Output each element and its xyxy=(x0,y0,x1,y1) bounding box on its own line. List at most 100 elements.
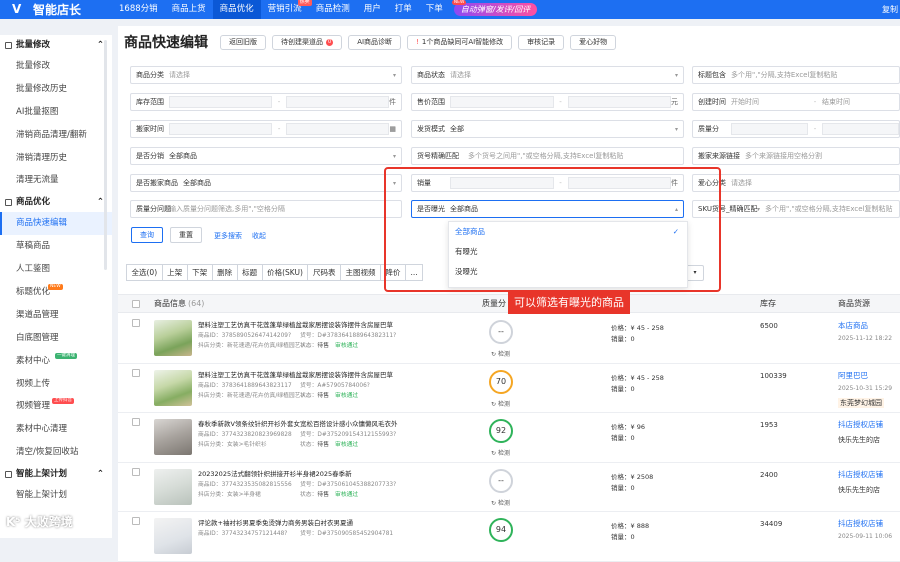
sidebar-item[interactable]: 清理无流量 xyxy=(0,169,112,192)
move-time-end[interactable] xyxy=(286,123,390,135)
topnav-item[interactable]: 用户 xyxy=(357,0,388,19)
product-name[interactable]: 塑料注塑工艺仿真干花莲蓬草绿植盆栽家居摆设装饰摆件含房屋巴草 xyxy=(198,319,393,329)
more-filter-link[interactable]: 更多搜索 xyxy=(214,231,242,241)
quality-score-ring[interactable]: 70 xyxy=(489,369,513,394)
promo-banner[interactable]: NEW 自动弹窗/发评/回评 xyxy=(451,0,538,16)
product-name[interactable]: 20232025法式翻领针织拼接开衫半身裙2025春季新 xyxy=(198,468,352,478)
topnav-item[interactable]: 下单 xyxy=(419,0,450,19)
row-checkbox[interactable] xyxy=(132,319,140,327)
batch-action-button[interactable]: 尺码表 xyxy=(307,264,341,281)
product-name[interactable]: 春秋季新款V领条纹针织开衫外套女宽松百搭设计感小众慵懒风毛衣外 xyxy=(198,418,397,428)
price-min-input[interactable] xyxy=(450,96,554,108)
filter-sku-code-match[interactable]: 货号精确匹配 多个货号之间用","或空格分隔,支持Excel复制粘贴 xyxy=(411,147,684,165)
toolbar-button[interactable]: 待创建渠道品 0 xyxy=(272,34,343,50)
quality-score-ring[interactable]: -- xyxy=(489,320,513,344)
quality-min[interactable] xyxy=(731,123,808,135)
sidebar-section-header[interactable]: 批量修改 ⌃ xyxy=(0,35,112,55)
price-max-input[interactable] xyxy=(567,96,671,108)
filter-price-range[interactable]: 售价范围 - 元 xyxy=(411,93,684,111)
row-checkbox[interactable] xyxy=(132,517,140,525)
sidebar-item[interactable]: 渠道品管理 xyxy=(0,304,112,327)
filter-goods-status[interactable]: 商品状态 请选择 ▾ xyxy=(411,66,684,84)
topnav-item[interactable]: 商品检测 xyxy=(309,0,357,19)
stock-min-input[interactable] xyxy=(169,96,272,108)
toolbar-button[interactable]: 审核记录 xyxy=(518,34,565,50)
sidebar-item[interactable]: 素材中心清理 xyxy=(0,418,112,441)
sidebar-item[interactable]: 滞销商品清理/翻新 xyxy=(0,124,112,147)
product-thumbnail[interactable] xyxy=(154,419,192,455)
sidebar-item[interactable]: 清空/恢复回收站 xyxy=(0,441,112,464)
filter-quality-issue[interactable]: 质量分问题 输入质量分问题筛选,多用","空格分隔 xyxy=(130,200,402,218)
product-thumbnail[interactable] xyxy=(154,518,192,554)
sidebar-item[interactable]: 滞销清理历史 xyxy=(0,147,112,170)
toolbar-button[interactable]: 返回旧版 xyxy=(220,34,266,50)
table-row[interactable]: 20232025法式翻领针织拼接开衫半身裙2025春季新 商品ID：3774323… xyxy=(118,462,900,512)
source-link[interactable]: 本店商品 xyxy=(838,320,868,331)
filter-sku-exact[interactable]: SKU货号_精确匹配 ▾ 多个用","或空格分隔,支持Excel复制粘贴 xyxy=(692,200,900,218)
topnav-item[interactable]: 商品优化 xyxy=(212,0,261,19)
sidebar-item[interactable]: 人工鉴图 xyxy=(0,258,112,281)
product-name[interactable]: 评论款+袖衬衫男夏季免烫弹力商务男装白衬衣男夏通 xyxy=(198,517,353,527)
batch-action-button[interactable]: 标题 xyxy=(236,264,263,281)
toolbar-button[interactable]: AI商品诊断 xyxy=(348,34,402,50)
sidebar-item[interactable]: 标题优化 NEW xyxy=(0,281,112,304)
product-thumbnail[interactable] xyxy=(154,468,192,505)
start-time[interactable]: 开始时间 xyxy=(731,97,808,107)
sidebar-item[interactable]: 智能上架计划 xyxy=(0,484,112,507)
batch-action-button[interactable]: 价格(SKU) xyxy=(261,264,309,281)
sidebar-item[interactable]: 批量修改 xyxy=(0,55,112,78)
topnav-item[interactable]: 1688分销 xyxy=(112,0,165,19)
row-checkbox[interactable] xyxy=(132,418,140,426)
batch-action-button[interactable]: 删除 xyxy=(211,264,238,281)
table-row[interactable]: 塑料注塑工艺仿真干花莲蓬草绿植盆栽家居摆设装饰摆件含房屋巴草 商品ID：37836… xyxy=(118,363,900,413)
sidebar-section-header[interactable]: 商品优化 ⌃ xyxy=(0,192,112,212)
row-checkbox[interactable] xyxy=(132,467,140,476)
sidebar-item[interactable]: 素材中心 一键清理 xyxy=(0,350,112,373)
topnav-item[interactable]: 营销引流 热卖 xyxy=(261,0,312,19)
end-time[interactable]: 结束时间 xyxy=(822,97,899,107)
sidebar-item[interactable]: 白底图管理 xyxy=(0,327,112,350)
collapse-link[interactable]: 收起 xyxy=(252,231,266,241)
detect-link[interactable]: ↻ 检测 xyxy=(491,448,510,457)
quality-score-ring[interactable]: 92 xyxy=(489,419,513,443)
quality-score-ring[interactable]: -- xyxy=(489,468,513,493)
filter-is-moved[interactable]: 是否搬家商品 全部商品 ▾ xyxy=(130,174,402,192)
stock-max-input[interactable] xyxy=(286,96,389,108)
source-link[interactable]: 抖店授权店铺 xyxy=(838,518,883,529)
quality-max[interactable] xyxy=(822,123,899,135)
product-name[interactable]: 塑料注塑工艺仿真干花莲蓬草绿植盆栽家居摆设装饰摆件含房屋巴草 xyxy=(198,369,393,379)
detect-link[interactable]: ↻ 检测 xyxy=(491,498,510,507)
sidebar-item[interactable]: 草稿商品 xyxy=(0,235,112,258)
detect-link[interactable]: ↻ 检测 xyxy=(491,399,510,408)
batch-action-button[interactable]: 下架 xyxy=(186,264,213,281)
topnav-item[interactable]: 打单 xyxy=(388,0,419,19)
source-link[interactable]: 抖店授权店铺 xyxy=(838,469,883,480)
sidebar-item[interactable]: 视频上传 xyxy=(0,373,112,396)
sidebar-item[interactable]: 批量修改历史 xyxy=(0,78,112,101)
filter-create-time[interactable]: 创建时间 开始时间 - 结束时间 xyxy=(692,93,900,111)
batch-action-button[interactable]: 主图视频 xyxy=(339,264,381,281)
detect-link[interactable]: ↻ 检测 xyxy=(491,349,510,358)
source-link[interactable]: 阿里巴巴 xyxy=(838,370,868,381)
source-link[interactable]: 抖店授权店铺 xyxy=(838,419,883,430)
filter-ship-mode[interactable]: 发货模式 全部 ▾ xyxy=(411,120,684,138)
filter-quality-score[interactable]: 质量分 - xyxy=(692,120,900,138)
table-row[interactable]: 塑料注塑工艺仿真干花莲蓬草绿植盆栽家居摆设装饰摆件含房屋巴草 商品ID：37858… xyxy=(118,314,900,364)
quality-score-ring[interactable]: 94 xyxy=(489,518,513,542)
filter-move-source-link[interactable]: 搬家来源链接 多个来源链接用空格分割 xyxy=(692,147,900,165)
sidebar-scrollbar[interactable] xyxy=(104,40,107,270)
table-row[interactable]: 评论款+袖衬衫男夏季免烫弹力商务男装白衬衣男夏通 商品ID：37743234757… xyxy=(118,512,900,562)
top-right-action[interactable]: 复制 xyxy=(882,0,898,19)
filter-move-time[interactable]: 搬家时间 - ▦ xyxy=(130,120,402,138)
select-all-checkbox[interactable] xyxy=(132,300,140,308)
toolbar-button[interactable]: ! 1个商品缺同可AI智能修改 xyxy=(407,34,513,50)
product-thumbnail[interactable] xyxy=(154,320,192,356)
sidebar-section-header[interactable]: 智能上架计划 ⌃ xyxy=(0,464,112,484)
toolbar-button[interactable]: 爱心好物 xyxy=(570,34,617,50)
filter-goods-category[interactable]: 商品分类 请选择 ▾ xyxy=(130,66,402,84)
filter-shop-category[interactable]: 爱心分类 请选择 xyxy=(692,174,900,192)
batch-action-button[interactable]: 上架 xyxy=(161,264,188,281)
topnav-item[interactable]: 商品上货 xyxy=(165,0,213,19)
product-thumbnail[interactable] xyxy=(154,369,192,406)
batch-action-button[interactable]: 全选(0) xyxy=(126,264,163,281)
